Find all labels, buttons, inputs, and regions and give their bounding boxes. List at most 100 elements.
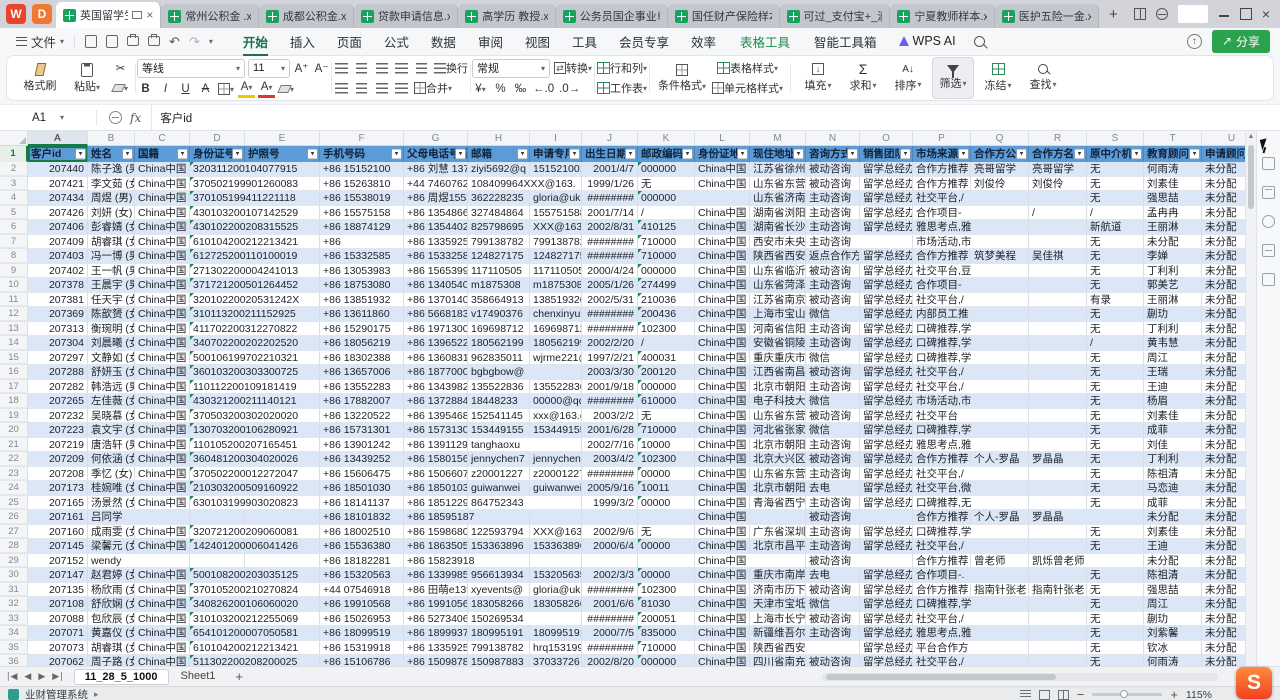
cell-Q13[interactable]	[971, 322, 1029, 336]
cell-C6[interactable]: China中国	[135, 220, 190, 234]
horizontal-scroll-thumb[interactable]	[826, 674, 1056, 680]
cell-A10[interactable]: 207378	[28, 278, 88, 292]
cell-G9[interactable]: +86 1565399710	[404, 264, 468, 278]
document-tab[interactable]: 贷款申请信息.xlsx	[354, 4, 458, 28]
cell-C2[interactable]: China中国	[135, 162, 190, 176]
cell-O16[interactable]: 留学总经办	[860, 365, 913, 379]
document-tab[interactable]: 英国留学生...×	[56, 2, 161, 28]
cell-H4[interactable]: 362228235	[468, 191, 530, 205]
row-header-24[interactable]: 24	[0, 481, 28, 495]
cell-U15[interactable]: 未分配	[1202, 351, 1245, 365]
cell-Q29[interactable]: 曾老师	[971, 554, 1029, 568]
docer-logo-icon[interactable]: D	[32, 4, 52, 24]
cell-D22[interactable]: 360481200304020026	[190, 452, 245, 466]
cell-P14[interactable]: 口碑推荐,学	[913, 336, 971, 350]
cell-C21[interactable]: China中国	[135, 438, 190, 452]
column-header-S[interactable]: S	[1087, 131, 1144, 146]
cell-R19[interactable]	[1029, 409, 1087, 423]
cell-B3[interactable]: 李文茹 (女	[88, 177, 135, 191]
cell-R30[interactable]	[1029, 568, 1087, 582]
cell-K5[interactable]: /	[638, 206, 695, 220]
cell-F23[interactable]: +86 15606475	[320, 467, 404, 481]
cell-O4[interactable]: 留学总经办	[860, 191, 913, 205]
cell-Q26[interactable]: 个人-罗晶	[971, 510, 1029, 524]
file-menu[interactable]: 文件▾	[10, 32, 70, 51]
cell-I29[interactable]	[530, 554, 582, 568]
cell-T30[interactable]: 陈祖清	[1144, 568, 1202, 582]
cell-M2[interactable]: 江苏省徐州	[750, 162, 806, 176]
cell-M6[interactable]: 湖南省长沙	[750, 220, 806, 234]
cell-I34[interactable]: 180995191	[530, 626, 582, 640]
cell-C32[interactable]: China中国	[135, 597, 190, 611]
cell-M5[interactable]: 湖南省浏阳	[750, 206, 806, 220]
cell-B30[interactable]: 赵君婷 (女	[88, 568, 135, 582]
cell-D20[interactable]: 130703200106280921	[190, 423, 245, 437]
cell-T35[interactable]: 钦冰	[1144, 641, 1202, 655]
cell-B29[interactable]: wendy	[88, 554, 135, 568]
present-icon[interactable]	[132, 11, 142, 19]
cell-G20[interactable]: +86 1573130169	[404, 423, 468, 437]
cell-G6[interactable]: +86 1354402198	[404, 220, 468, 234]
cell-P34[interactable]: 雅思考点,雅	[913, 626, 971, 640]
cell-K9[interactable]: 000000	[638, 264, 695, 278]
cell-F20[interactable]: +86 15731301	[320, 423, 404, 437]
side-panel-icon-5[interactable]	[1262, 273, 1275, 286]
cell-J2[interactable]: 2001/4/7	[582, 162, 638, 176]
cell-I19[interactable]: xxx@163.c	[530, 409, 582, 423]
cell-L31[interactable]: China中国	[695, 583, 750, 597]
cell-P28[interactable]: 社交平台,/	[913, 539, 971, 553]
cell-A32[interactable]: 207108	[28, 597, 88, 611]
cell-I2[interactable]: 151521001	[530, 162, 582, 176]
cell-Q18[interactable]	[971, 394, 1029, 408]
menu-table-tools[interactable]: 表格工具	[730, 29, 800, 54]
save-icon[interactable]	[85, 35, 97, 48]
cell-J18[interactable]: ########	[582, 394, 638, 408]
cell-C35[interactable]: China中国	[135, 641, 190, 655]
cell-O36[interactable]: 留学总经办	[860, 655, 913, 666]
cell-B22[interactable]: 何依涵 (女	[88, 452, 135, 466]
menu-item[interactable]: 效率	[681, 29, 726, 54]
cell-S17[interactable]: 无	[1087, 380, 1144, 394]
header-cell-L1[interactable]: 身份证地▾	[695, 146, 750, 162]
cell-J12[interactable]: ########	[582, 307, 638, 321]
cell-K29[interactable]	[638, 554, 695, 568]
cell-N28[interactable]: 主动咨询	[806, 539, 860, 553]
row-header-2[interactable]: 2	[0, 162, 28, 176]
header-cell-F1[interactable]: 手机号码▾	[320, 146, 404, 162]
cell-N12[interactable]: 微信	[806, 307, 860, 321]
cell-M16[interactable]: 江西省南昌	[750, 365, 806, 379]
cell-I13[interactable]: 169698712	[530, 322, 582, 336]
cell-Q28[interactable]	[971, 539, 1029, 553]
cell-C17[interactable]: China中国	[135, 380, 190, 394]
cell-G17[interactable]: +86 1343982452	[404, 380, 468, 394]
align-right-button[interactable]	[373, 80, 390, 97]
cell-H34[interactable]: 180995191	[468, 626, 530, 640]
row-header-4[interactable]: 4	[0, 191, 28, 205]
row-header-9[interactable]: 9	[0, 264, 28, 278]
cell-T24[interactable]: 马恋迪	[1144, 481, 1202, 495]
cell-J15[interactable]: 1997/2/21	[582, 351, 638, 365]
cell-B25[interactable]: 汤景然 (女	[88, 496, 135, 510]
cell-D28[interactable]: 142401200006041426	[190, 539, 245, 553]
cell-P6[interactable]: 雅思考点,雅	[913, 220, 971, 234]
cell-P20[interactable]: 口碑推荐,学	[913, 423, 971, 437]
cell-U30[interactable]: 未分配	[1202, 568, 1245, 582]
cell-H18[interactable]: 18448233	[468, 394, 530, 408]
cell-S26[interactable]	[1087, 510, 1144, 524]
cell-T10[interactable]: 郭美艺	[1144, 278, 1202, 292]
cell-F26[interactable]: +86 18101832	[320, 510, 404, 524]
sort-button[interactable]: A↓排序▾	[887, 57, 929, 99]
cell-A26[interactable]: 207161	[28, 510, 88, 524]
cell-K3[interactable]: 无	[638, 177, 695, 191]
cell-B7[interactable]: 胡睿琪 (女	[88, 235, 135, 249]
cell-K26[interactable]	[638, 510, 695, 524]
cell-G23[interactable]: +86 1506607386	[404, 467, 468, 481]
cell-T4[interactable]: 强思喆	[1144, 191, 1202, 205]
cell-O25[interactable]: 留学总经办	[860, 496, 913, 510]
header-cell-M1[interactable]: 现住地址▾	[750, 146, 806, 162]
cell-C33[interactable]: China中国	[135, 612, 190, 626]
cell-R18[interactable]	[1029, 394, 1087, 408]
cell-I16[interactable]	[530, 365, 582, 379]
cell-I36[interactable]: 37033726	[530, 655, 582, 666]
cell-D32[interactable]: 340826200106060020	[190, 597, 245, 611]
